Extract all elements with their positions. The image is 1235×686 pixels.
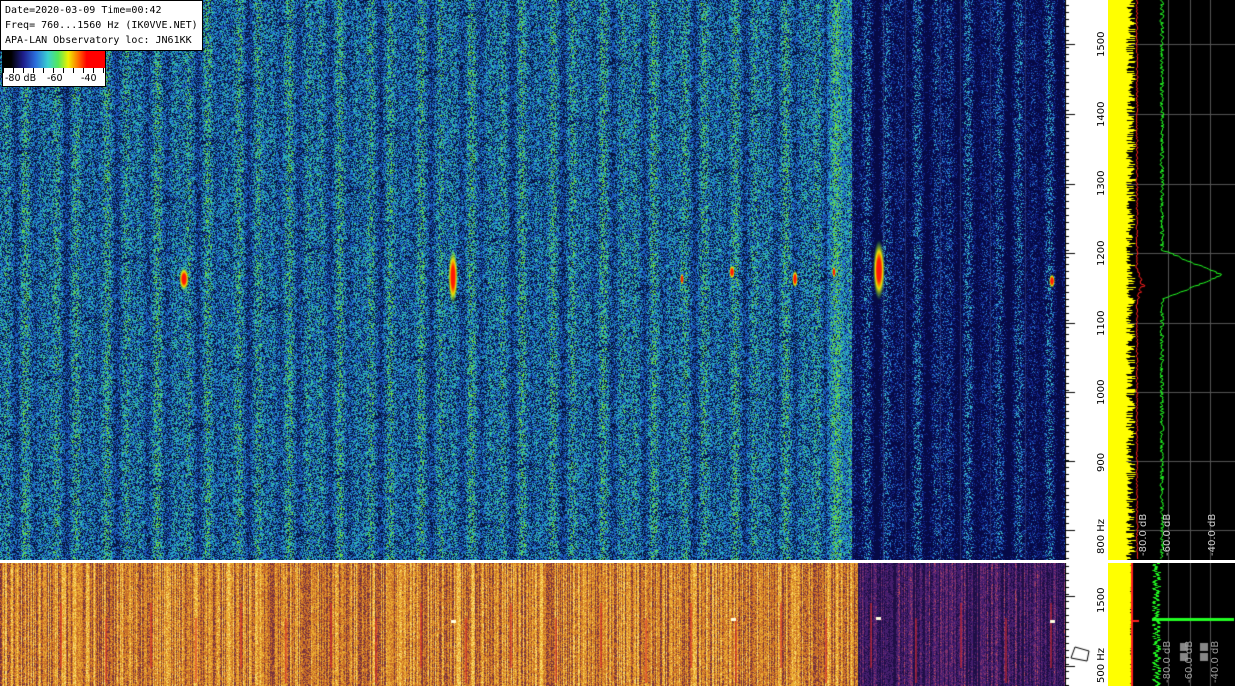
freq-tick-900: 900 bbox=[1096, 452, 1107, 472]
wide-freq-tick-1500: 1500 bbox=[1096, 587, 1107, 613]
panel-divider bbox=[0, 560, 1235, 563]
wide-spectrum-label-60: -60.0 dB bbox=[1184, 640, 1195, 683]
freq-tick-1000: 1000 bbox=[1096, 379, 1107, 405]
wide-spectrum-label-80: -80.0 dB bbox=[1162, 640, 1173, 683]
color-scale-gradient bbox=[3, 51, 105, 68]
spectrum-label-80: -80.0 dB bbox=[1138, 513, 1149, 556]
wide-freq-tick-500: 500 Hz bbox=[1096, 647, 1107, 683]
freq-tick-1200: 1200 bbox=[1096, 240, 1107, 266]
freq-tick-1500: 1500 bbox=[1096, 31, 1107, 57]
spectrum-label-60: -60.0 dB bbox=[1162, 513, 1173, 556]
freq-tick-1100: 1100 bbox=[1096, 310, 1107, 336]
info-frequency: Freq= 760...1560 Hz (IK0VVE.NET) bbox=[5, 20, 198, 31]
wideband-waterfall-display bbox=[0, 563, 1065, 686]
color-scale-legend: -80 dB -60 -40 bbox=[2, 50, 106, 87]
freq-tick-1400: 1400 bbox=[1096, 101, 1107, 127]
freq-tick-1300: 1300 bbox=[1096, 170, 1107, 196]
wideband-spectrum-panel: -80.0 dB -60.0 dB -40.0 dB bbox=[1108, 563, 1235, 686]
info-date-time: Date=2020-03-09 Time=00:42 bbox=[5, 5, 162, 16]
frequency-axis: 1500 1400 1300 1200 1100 1000 900 800 Hz bbox=[1065, 0, 1108, 560]
freq-tick-800: 800 Hz bbox=[1096, 518, 1107, 554]
info-box: Date=2020-03-09 Time=00:42 Freq= 760...1… bbox=[0, 0, 203, 51]
wide-spectrum-label-40: -40.0 dB bbox=[1210, 640, 1221, 683]
spectrum-label-40: -40.0 dB bbox=[1207, 513, 1218, 556]
waterfall-display bbox=[0, 0, 1065, 560]
color-scale-label-mid: -60 bbox=[47, 73, 63, 84]
info-location: APA-LAN Observatory loc: JN61KK bbox=[5, 35, 192, 46]
color-scale-label-high: -40 bbox=[81, 73, 97, 84]
spectrum-panel: -80.0 dB -60.0 dB -40.0 dB bbox=[1108, 0, 1235, 560]
wideband-frequency-axis: 1500 500 Hz bbox=[1065, 563, 1108, 686]
color-scale-label-low: -80 dB bbox=[5, 73, 37, 84]
